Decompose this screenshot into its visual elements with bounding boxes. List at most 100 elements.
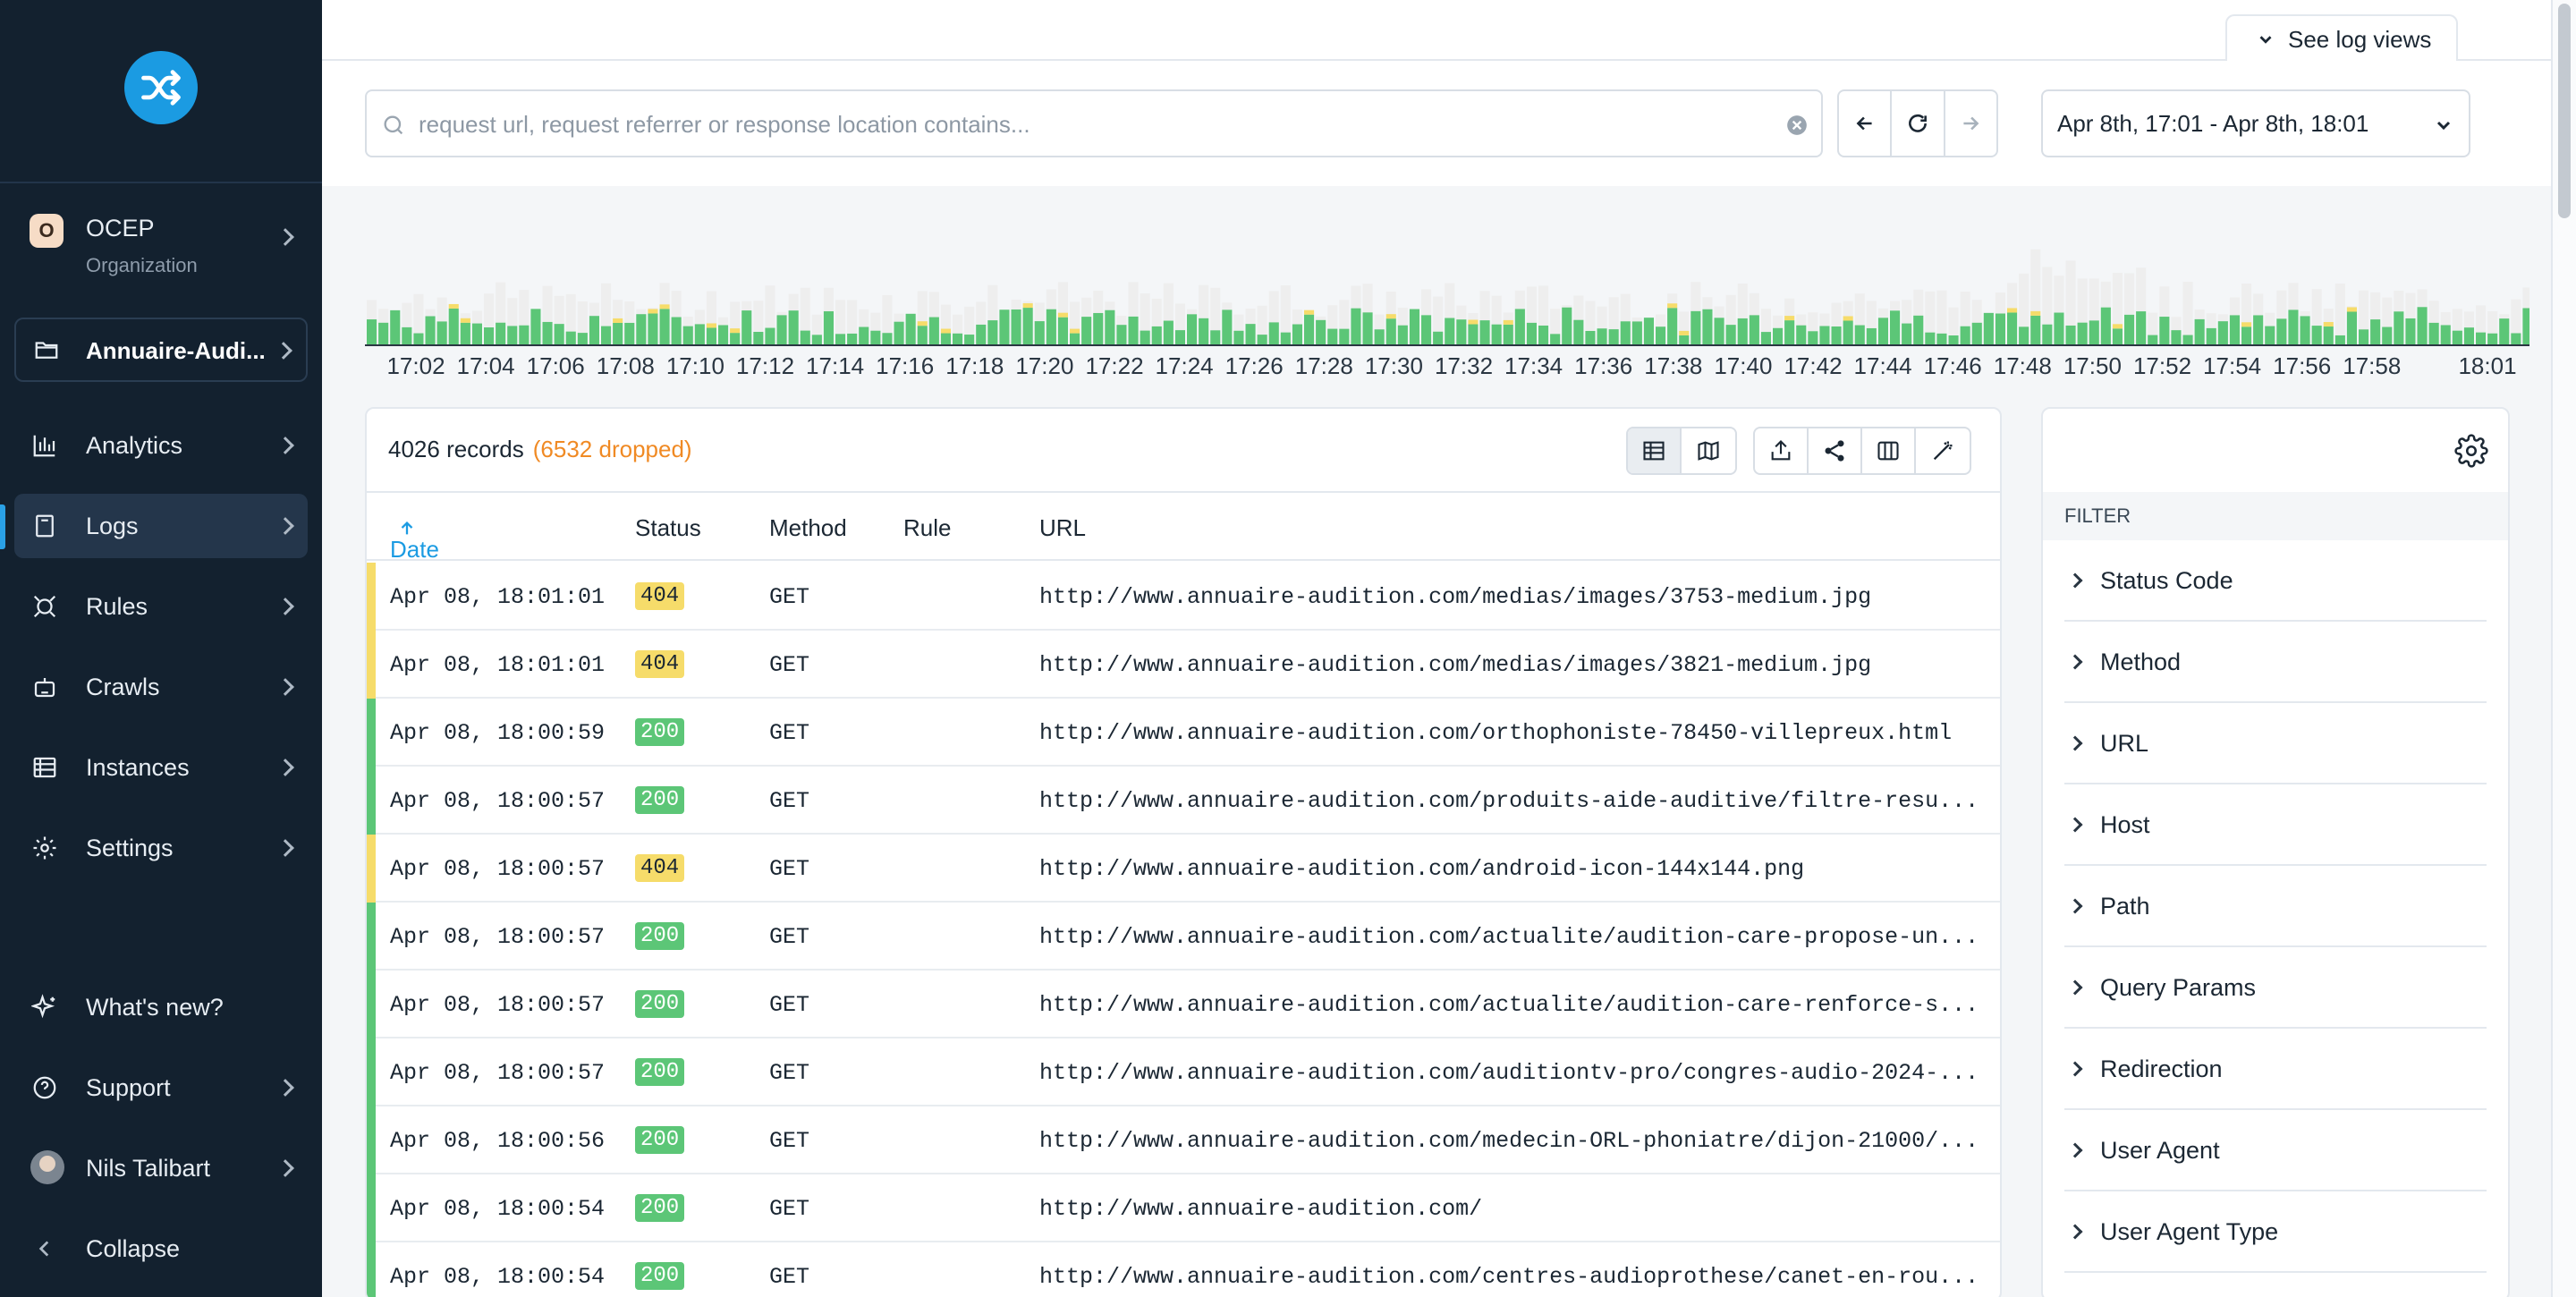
histogram-ok-bar[interactable] <box>682 326 693 344</box>
histogram-ok-bar[interactable] <box>2499 318 2510 344</box>
histogram-ok-bar[interactable] <box>2019 326 2029 344</box>
row-url[interactable]: http://www.annuaire-audition.com/actuali… <box>1039 992 1979 1018</box>
histogram-ok-bar[interactable] <box>987 320 998 344</box>
histogram-warn-bar[interactable] <box>2346 307 2357 312</box>
histogram-ok-bar[interactable] <box>1163 320 1174 344</box>
histogram-ok-bar[interactable] <box>1573 319 1584 344</box>
histogram-ok-bar[interactable] <box>577 333 588 344</box>
histogram-ok-bar[interactable] <box>1902 323 1912 344</box>
histogram-ok-bar[interactable] <box>378 322 389 344</box>
histogram-ok-bar[interactable] <box>2370 319 2381 344</box>
histogram-ok-bar[interactable] <box>1339 328 1350 344</box>
histogram-ok-bar[interactable] <box>2171 330 2182 344</box>
histogram-warn-bar[interactable] <box>648 309 658 314</box>
histogram-ok-bar[interactable] <box>1538 325 1549 344</box>
status-column-header[interactable]: Status <box>635 514 701 542</box>
histogram-ok-bar[interactable] <box>1631 321 1642 344</box>
histogram-ok-bar[interactable] <box>1397 325 1408 344</box>
histogram-warn-bar[interactable] <box>2241 322 2252 327</box>
histogram-warn-bar[interactable] <box>1070 328 1080 334</box>
histogram-ok-bar[interactable] <box>1725 325 1736 344</box>
histogram-ok-bar[interactable] <box>1421 315 1432 344</box>
histogram-ok-bar[interactable] <box>953 333 963 344</box>
histogram-ok-bar[interactable] <box>928 317 939 344</box>
filter-item[interactable]: User Agent <box>2064 1111 2487 1191</box>
histogram-warn-bar[interactable] <box>448 303 459 309</box>
table-row[interactable]: Apr 08, 18:00:56 200 GET http://www.annuair… <box>367 1106 2000 1174</box>
histogram-ok-bar[interactable] <box>800 330 810 344</box>
table-view-button[interactable] <box>1628 428 1682 473</box>
date-column-header[interactable]: Date <box>390 514 439 563</box>
histogram-ok-bar[interactable] <box>1808 331 1818 344</box>
histogram-ok-bar[interactable] <box>1409 309 1419 344</box>
histogram-ok-bar[interactable] <box>2394 311 2404 344</box>
histogram-warn-bar[interactable] <box>1784 316 1795 321</box>
histogram-ok-bar[interactable] <box>788 310 799 344</box>
histogram-ok-bar[interactable] <box>1245 324 1256 344</box>
histogram-warn-bar[interactable] <box>613 318 623 323</box>
histogram-ok-bar[interactable] <box>1620 321 1631 344</box>
filter-item[interactable]: Path <box>2064 867 2487 947</box>
histogram-ok-bar[interactable] <box>2476 332 2487 344</box>
histogram-ok-bar[interactable] <box>2334 335 2345 344</box>
histogram-ok-bar[interactable] <box>2124 314 2135 344</box>
histogram-ok-bar[interactable] <box>2112 328 2123 344</box>
sidebar-item-analytics[interactable]: Analytics <box>14 413 308 478</box>
histogram-ok-bar[interactable] <box>2265 326 2275 344</box>
histogram-ok-bar[interactable] <box>1116 325 1127 344</box>
histogram-ok-bar[interactable] <box>1057 317 1068 344</box>
histogram-dropped-bar[interactable] <box>2334 284 2345 344</box>
histogram-ok-bar[interactable] <box>2065 325 2076 344</box>
row-url[interactable]: http://www.annuaire-audition.com/centres… <box>1039 1264 1979 1290</box>
sidebar-item-settings[interactable]: Settings <box>14 816 308 880</box>
histogram-ok-bar[interactable] <box>1890 310 1901 344</box>
histogram-ok-bar[interactable] <box>811 335 822 344</box>
histogram-ok-bar[interactable] <box>2440 325 2451 344</box>
filter-item[interactable]: User Agent Type <box>2064 1192 2487 1273</box>
row-url[interactable]: http://www.annuaire-audition.com/android… <box>1039 856 1804 882</box>
whats-new-link[interactable]: What's new? <box>14 975 308 1039</box>
histogram-ok-bar[interactable] <box>1971 322 1982 344</box>
url-column-header[interactable]: URL <box>1039 514 1086 542</box>
next-range-button[interactable] <box>1945 91 1996 156</box>
histogram-ok-bar[interactable] <box>1022 308 1033 344</box>
table-row[interactable]: Apr 08, 18:00:57 200 GET http://www.annuair… <box>367 1038 2000 1106</box>
traffic-histogram[interactable]: 17:02 17:04 17:06 17:08 17:10 17:12 17:14 17:16… <box>365 224 2529 385</box>
histogram-warn-bar[interactable] <box>1468 319 1479 325</box>
histogram-ok-bar[interactable] <box>589 316 599 344</box>
histogram-ok-bar[interactable] <box>671 317 682 344</box>
histogram-ok-bar[interactable] <box>1093 312 1104 344</box>
histogram-ok-bar[interactable] <box>2452 330 2462 344</box>
histogram-warn-bar[interactable] <box>1304 309 1315 315</box>
histogram-ok-bar[interactable] <box>1597 328 1607 344</box>
collapse-button[interactable]: Collapse <box>14 1216 308 1281</box>
histogram-ok-bar[interactable] <box>1714 318 1724 344</box>
histogram-ok-bar[interactable] <box>1702 309 1713 344</box>
histogram-ok-bar[interactable] <box>565 331 576 344</box>
histogram-ok-bar[interactable] <box>1831 326 1842 344</box>
histogram-ok-bar[interactable] <box>964 335 975 344</box>
histogram-ok-bar[interactable] <box>1514 309 1525 344</box>
histogram-ok-bar[interactable] <box>1562 307 1572 344</box>
histogram-ok-bar[interactable] <box>648 313 658 344</box>
histogram-ok-bar[interactable] <box>976 324 987 344</box>
histogram-ok-bar[interactable] <box>1304 314 1315 344</box>
histogram-ok-bar[interactable] <box>2100 307 2111 344</box>
table-row[interactable]: Apr 08, 18:00:54 200 GET http://www.annuair… <box>367 1242 2000 1297</box>
histogram-ok-bar[interactable] <box>2148 335 2158 344</box>
columns-button[interactable] <box>1862 428 1916 473</box>
histogram-ok-bar[interactable] <box>2206 327 2216 344</box>
histogram-ok-bar[interactable] <box>1140 330 1150 344</box>
histogram-warn-bar[interactable] <box>1022 303 1033 309</box>
gear-icon[interactable] <box>2454 434 2488 468</box>
filter-item[interactable]: Query Params <box>2064 948 2487 1029</box>
support-link[interactable]: Support <box>14 1055 308 1120</box>
export-button[interactable] <box>1755 428 1809 473</box>
table-row[interactable]: Apr 08, 18:00:57 200 GET http://www.annuair… <box>367 767 2000 835</box>
histogram-ok-bar[interactable] <box>905 313 916 344</box>
histogram-ok-bar[interactable] <box>1456 319 1467 344</box>
histogram-ok-bar[interactable] <box>1819 326 1830 345</box>
histogram-ok-bar[interactable] <box>847 333 858 344</box>
histogram-ok-bar[interactable] <box>2182 335 2193 344</box>
table-row[interactable]: Apr 08, 18:00:57 200 GET http://www.annuair… <box>367 903 2000 971</box>
